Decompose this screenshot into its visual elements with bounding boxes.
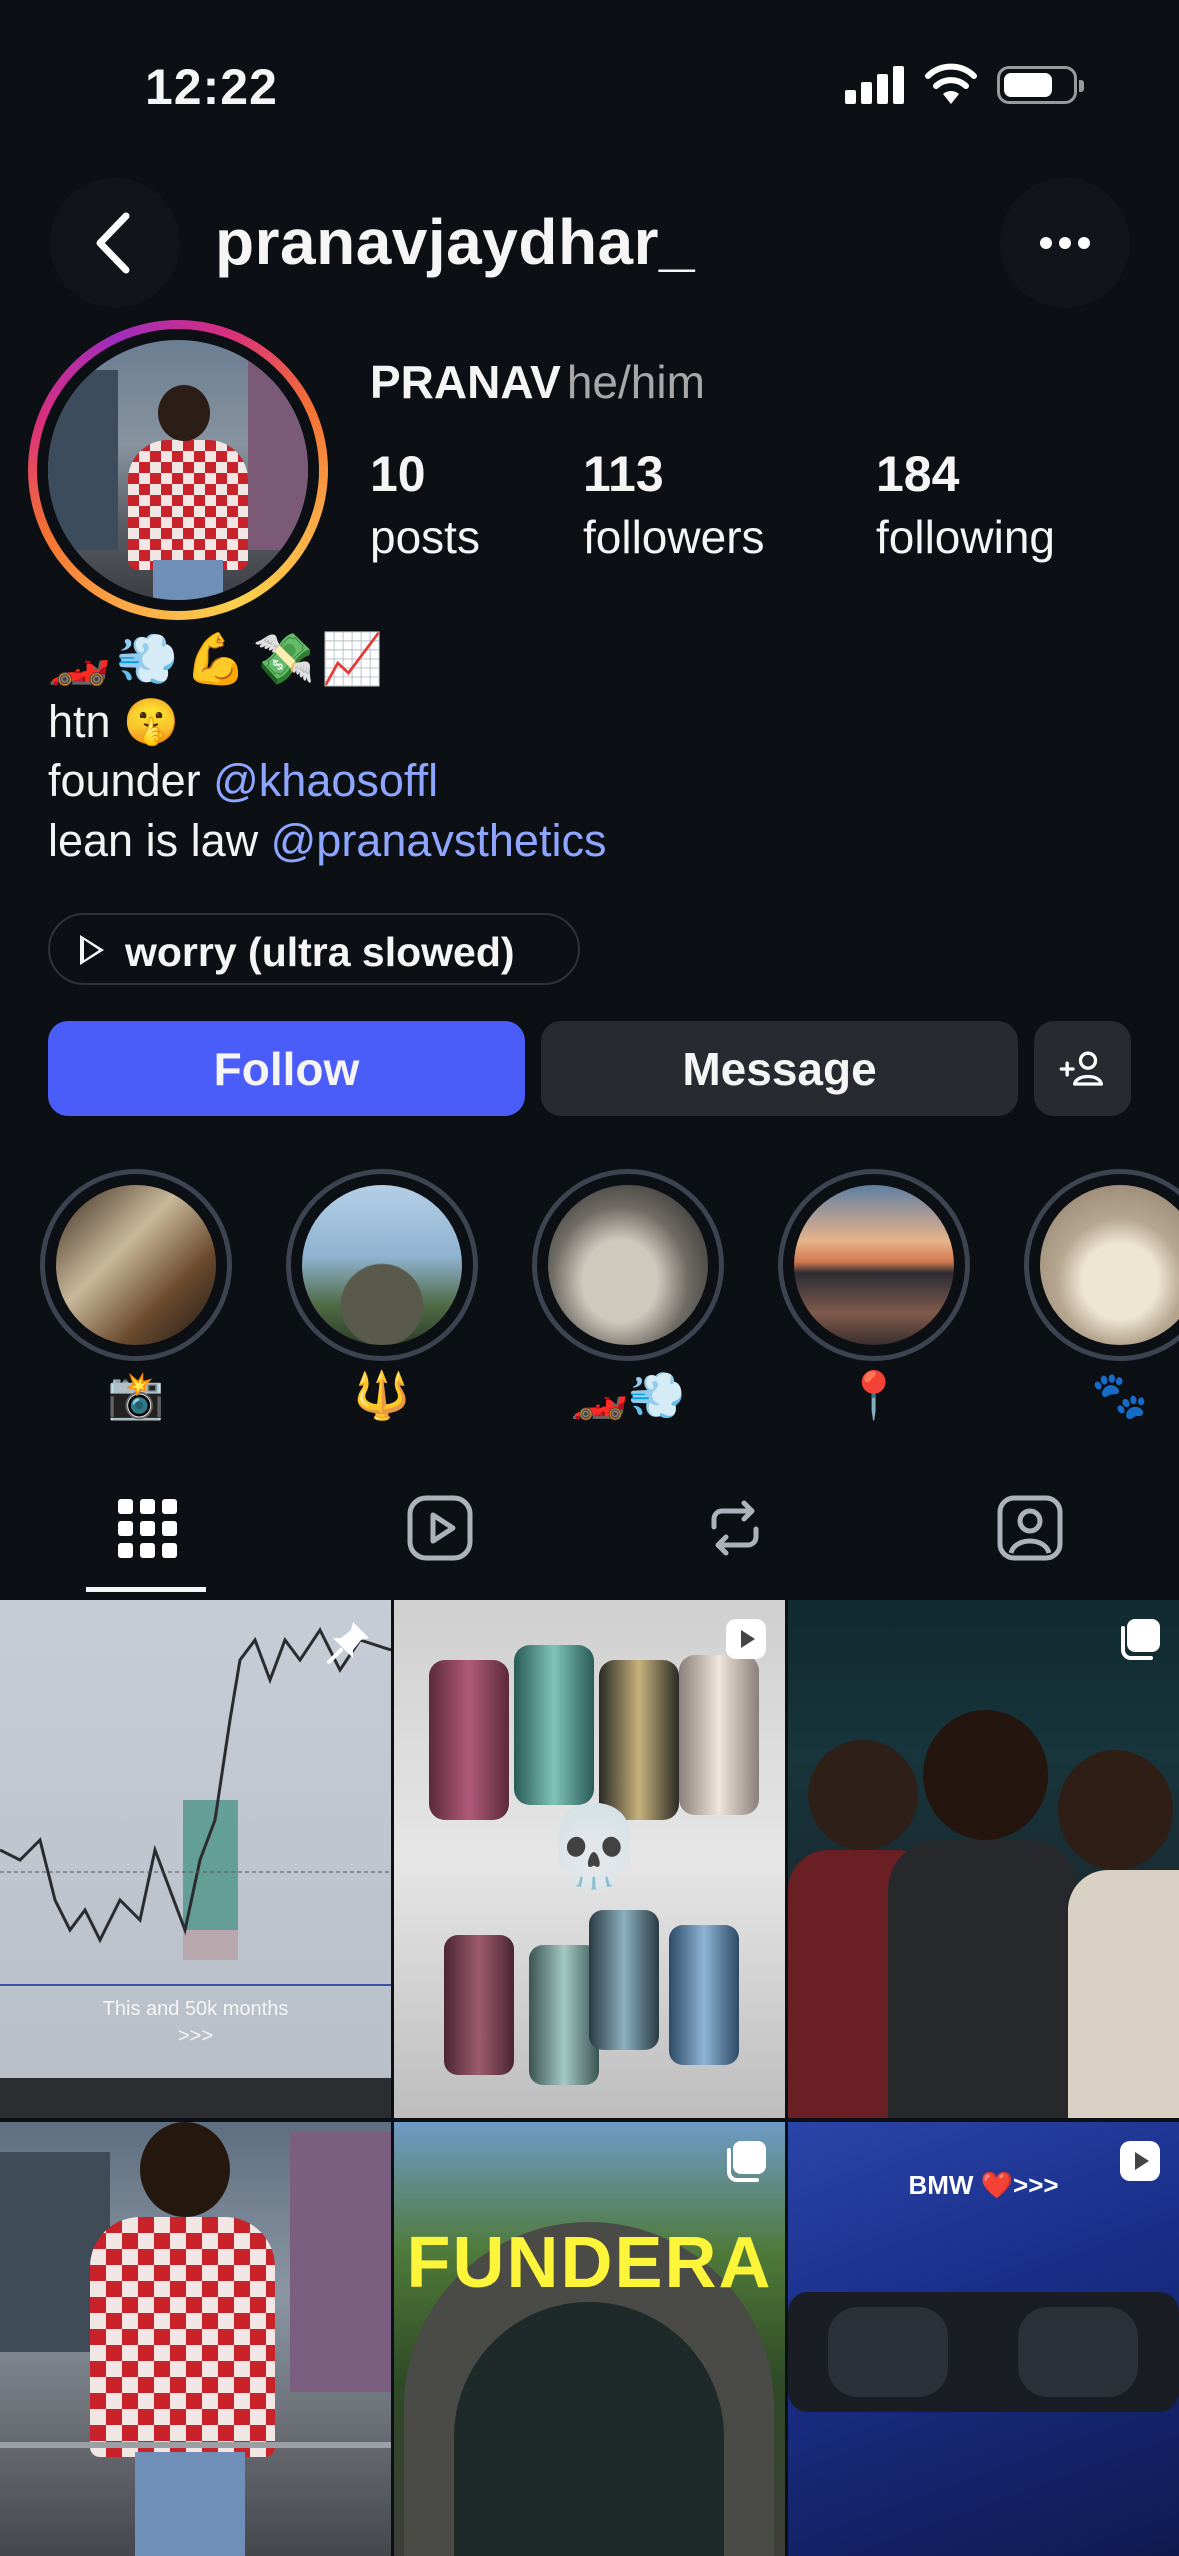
profile-username: pranavjaydhar_	[215, 206, 696, 278]
bio-founder-line: founder @khaosoffl	[48, 755, 438, 807]
reel-badge-icon	[1120, 2141, 1160, 2181]
more-options-button[interactable]	[1000, 178, 1130, 308]
grid-icon[interactable]	[112, 1493, 182, 1563]
mention-link[interactable]: @pranavsthetics	[271, 815, 607, 866]
reels-icon[interactable]	[405, 1493, 475, 1563]
profile-pronouns: he/him	[566, 356, 705, 408]
wifi-icon	[925, 63, 977, 104]
add-person-icon	[1059, 1051, 1103, 1086]
grid-post[interactable]: FUNDERA	[394, 2122, 785, 2556]
profile-display-name: PRANAV he/him	[370, 355, 705, 409]
carousel-icon	[727, 2141, 766, 2182]
profile-avatar[interactable]	[28, 320, 328, 620]
avatar-photo	[48, 340, 308, 600]
story-highlight[interactable]	[1024, 1169, 1179, 1361]
ellipsis-icon	[1040, 237, 1090, 249]
following-label[interactable]: following	[876, 510, 1055, 564]
post-caption: This and 50k months	[102, 1998, 289, 2020]
tagged-icon[interactable]	[995, 1493, 1065, 1563]
pin-icon	[327, 1622, 369, 1664]
follow-button[interactable]: Follow	[48, 1021, 525, 1116]
grid-post[interactable]: BMW ❤️>>>	[788, 2122, 1179, 2556]
post-sign-text: FUNDERA	[406, 2223, 773, 2303]
suggested-users-button[interactable]	[1034, 1021, 1131, 1116]
bio-text: founder	[48, 755, 214, 806]
active-tab-indicator	[86, 1587, 206, 1592]
battery-icon	[997, 66, 1084, 104]
grid-post[interactable]: 💀	[394, 1600, 785, 2118]
posts-label: posts	[370, 511, 480, 563]
story-highlight[interactable]	[532, 1169, 724, 1361]
highlight-label: 🔱	[353, 1369, 411, 1421]
grid-post[interactable]: This and 50k months >>>	[0, 1600, 391, 2118]
chevron-left-icon	[96, 212, 130, 274]
highlight-label: 🏎️💨	[570, 1369, 686, 1421]
following-count[interactable]: 184	[876, 445, 959, 503]
mention-link[interactable]: @khaosoffl	[213, 755, 438, 806]
carousel-icon	[1121, 1619, 1160, 1660]
reposts-icon[interactable]	[700, 1493, 770, 1563]
profile-music-pill[interactable]: worry (ultra slowed)	[48, 913, 580, 985]
highlight-label: 📸	[107, 1369, 165, 1421]
story-highlight[interactable]	[778, 1169, 970, 1361]
story-highlight[interactable]	[286, 1169, 478, 1361]
status-time: 12:22	[145, 59, 278, 115]
play-icon	[80, 935, 104, 965]
grid-post[interactable]	[0, 2122, 391, 2556]
bio-text: lean is law	[48, 815, 271, 866]
post-sticker: 💀	[544, 1802, 644, 1891]
story-highlight[interactable]	[40, 1169, 232, 1361]
bio-line: htn 🤫	[48, 696, 180, 747]
reel-badge-icon	[726, 1619, 766, 1659]
profile-name: PRANAV	[370, 356, 561, 408]
music-title: worry (ultra slowed)	[125, 929, 515, 975]
bio-lean-line: lean is law @pranavsthetics	[48, 815, 606, 867]
followers-label[interactable]: followers	[583, 510, 765, 564]
followers-count[interactable]: 113	[583, 445, 664, 503]
post-caption: >>>	[177, 2025, 214, 2047]
posts-count: 10	[370, 446, 426, 502]
back-button[interactable]	[50, 178, 180, 308]
grid-post[interactable]	[788, 1600, 1179, 2118]
cellular-signal-icon	[845, 64, 905, 104]
bio-emoji-line: 🏎️💨💪💸📈	[48, 631, 390, 687]
message-button[interactable]: Message	[541, 1021, 1018, 1116]
highlight-label: 📍	[845, 1369, 903, 1421]
highlight-label: 🐾	[1091, 1369, 1149, 1421]
